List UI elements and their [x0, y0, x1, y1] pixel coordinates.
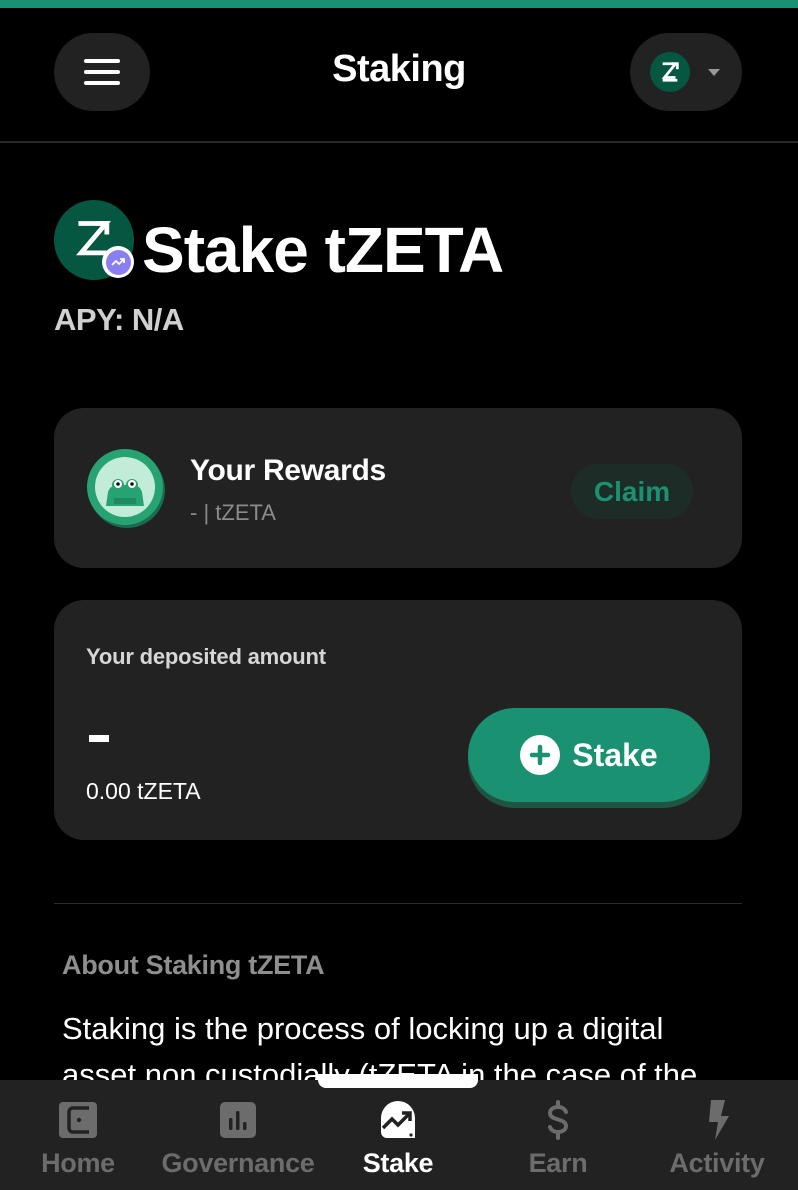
network-selector[interactable] — [630, 33, 742, 111]
top-accent-bar — [0, 0, 798, 8]
plus-circle-icon — [520, 735, 561, 775]
dollar-icon — [544, 1100, 572, 1140]
nav-label: Home — [41, 1148, 115, 1178]
staking-chart-icon — [105, 249, 131, 275]
zeta-logo-icon — [650, 52, 690, 92]
staking-screen: Staking Stake tZETA APY: N/A Your Reward… — [0, 0, 798, 1190]
nav-item-home[interactable]: Home — [20, 1080, 136, 1190]
stake-chart-icon — [377, 1100, 419, 1140]
chevron-down-icon — [708, 68, 720, 76]
stake-button[interactable]: Stake — [468, 708, 710, 802]
frog-icon — [86, 448, 166, 528]
nav-label: Activity — [669, 1148, 765, 1178]
bar-chart-icon — [220, 1100, 256, 1140]
staking-badge — [102, 246, 134, 278]
section-divider — [54, 903, 742, 904]
token-icon — [54, 200, 134, 280]
deposit-value-placeholder — [89, 735, 109, 742]
nav-label: Stake — [362, 1148, 434, 1178]
deposit-amount: 0.00 tZETA — [86, 778, 201, 804]
hero-title: Stake tZETA — [142, 214, 504, 286]
about-text-line: Staking is the process of locking up a d… — [62, 1011, 664, 1046]
deposit-card: Your deposited amount 0.00 tZETA Stake — [54, 600, 742, 840]
apy-value: APY: N/A — [54, 302, 184, 337]
deposit-label: Your deposited amount — [86, 644, 326, 669]
rewards-card: Your Rewards - | tZETA Claim — [54, 408, 742, 568]
rewards-title: Your Rewards — [190, 454, 386, 487]
nav-label: Earn — [528, 1148, 588, 1178]
lightning-icon — [705, 1100, 729, 1140]
nav-item-earn[interactable]: Earn — [508, 1080, 608, 1190]
rewards-value: - | tZETA — [190, 500, 276, 525]
nav-item-governance[interactable]: Governance — [150, 1080, 326, 1190]
nav-item-stake[interactable]: Stake — [348, 1080, 448, 1190]
home-indicator — [318, 1074, 478, 1088]
stake-button-label: Stake — [572, 736, 658, 773]
header: Staking — [0, 8, 798, 143]
about-title: About Staking tZETA — [62, 950, 325, 980]
bottom-nav: Home Governance Stake Earn Activity — [0, 1080, 798, 1190]
wallet-icon — [59, 1100, 97, 1140]
nav-label: Governance — [161, 1148, 315, 1178]
claim-button[interactable]: Claim — [571, 464, 693, 519]
nav-item-activity[interactable]: Activity — [664, 1080, 770, 1190]
